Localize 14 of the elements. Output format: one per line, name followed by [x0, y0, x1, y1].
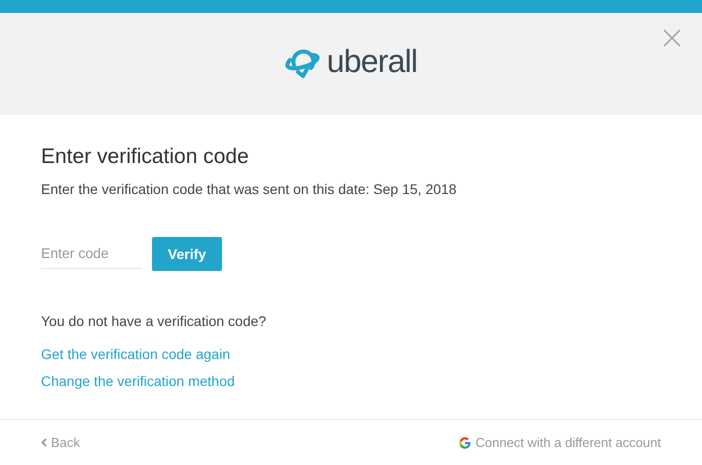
- help-text: You do not have a verification code?: [41, 312, 268, 332]
- close-button[interactable]: [662, 28, 682, 48]
- description-text: Enter the verification code that was sent on this date: Sep 15, 2018: [41, 180, 458, 200]
- text-link[interactable]: Change the verification method: [41, 371, 235, 392]
- google-icon: [458, 436, 470, 448]
- back-link[interactable]: Back: [41, 432, 80, 452]
- text-link[interactable]: Get the verification code again: [41, 344, 230, 366]
- verify-button[interactable]: Verify: [152, 237, 222, 272]
- planet-logo-icon: [284, 48, 321, 78]
- logo-text: uberall: [326, 45, 418, 77]
- dialog-title: Enter verification code: [41, 144, 250, 170]
- code-input-field[interactable]: Enter code: [41, 239, 142, 270]
- connect-account-link[interactable]: Connect with a different account: [458, 432, 661, 452]
- chevron-left-icon: [41, 438, 47, 447]
